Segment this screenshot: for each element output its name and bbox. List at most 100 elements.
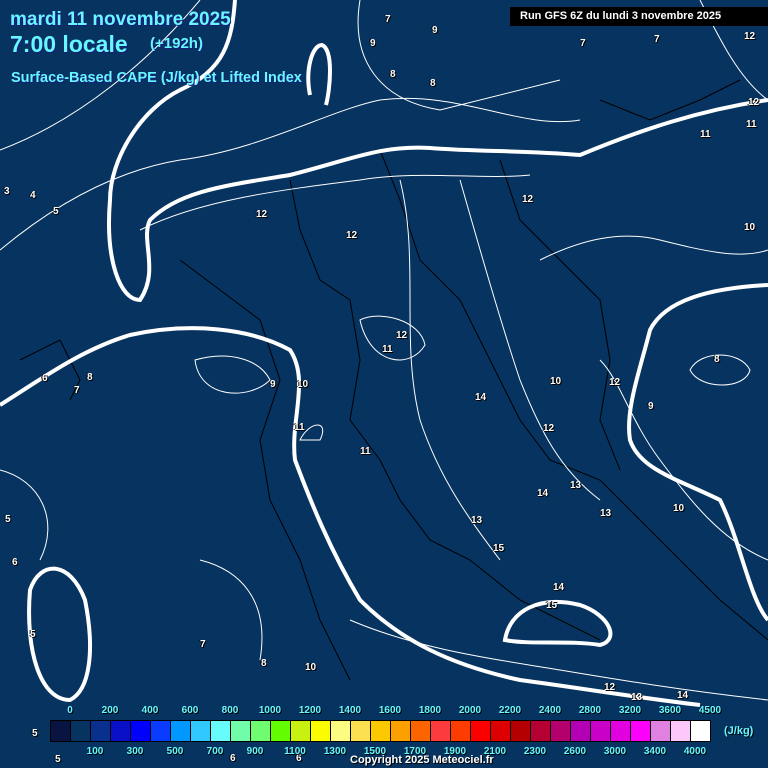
- contour-label: 12: [346, 230, 358, 241]
- legend-swatch: [91, 721, 111, 741]
- legend-swatch: [131, 721, 151, 741]
- legend-swatch: [411, 721, 431, 741]
- legend-unit: (J/kg): [724, 725, 754, 737]
- contour-label: 14: [677, 690, 689, 701]
- legend-tick-bottom: 2300: [523, 746, 547, 757]
- legend-tick-top: 400: [141, 705, 159, 716]
- legend-swatch: [151, 721, 171, 741]
- forecast-lead: (+192h): [150, 35, 203, 52]
- contour-label: 10: [550, 376, 562, 387]
- legend-tick-top: 1400: [338, 705, 362, 716]
- contour-label: 15: [493, 543, 505, 554]
- legend-swatch: [111, 721, 131, 741]
- contour-label: 9: [370, 38, 376, 49]
- legend-swatch: [471, 721, 491, 741]
- contour-label: 12: [609, 377, 621, 388]
- contour-label: 10: [673, 503, 685, 514]
- parameter-title: Surface-Based CAPE (J/kg) et Lifted Inde…: [11, 70, 302, 86]
- legend-swatch: [211, 721, 231, 741]
- legend-tick-top: 1200: [298, 705, 322, 716]
- contour-label: 12: [522, 194, 534, 205]
- legend-tick-top: 2400: [538, 705, 562, 716]
- contour-label: 12: [396, 330, 408, 341]
- legend-tick-top: 1800: [418, 705, 442, 716]
- legend-tick-top: 2000: [458, 705, 482, 716]
- contour-label: 6: [230, 753, 236, 764]
- contour-label: 9: [648, 401, 654, 412]
- legend-swatch: [451, 721, 471, 741]
- legend-swatch: [71, 721, 91, 741]
- legend-tick-top: 3600: [658, 705, 682, 716]
- contour-label: 15: [546, 600, 558, 611]
- legend-swatch: [671, 721, 691, 741]
- contour-label: 11: [294, 422, 305, 433]
- legend-swatch: [51, 721, 71, 741]
- contour-label: 10: [297, 379, 309, 390]
- contour-label: 13: [631, 692, 643, 703]
- contour-label: 4: [30, 190, 36, 201]
- legend-tick-top: 1000: [258, 705, 282, 716]
- legend-swatch: [511, 721, 531, 741]
- contour-label: 3: [4, 186, 10, 197]
- contour-label: 14: [537, 488, 549, 499]
- contour-label: 5: [30, 629, 36, 640]
- legend-tick-bottom: 900: [246, 746, 264, 757]
- legend-swatch: [631, 721, 651, 741]
- legend-swatch: [491, 721, 511, 741]
- contour-label: 9: [432, 25, 438, 36]
- legend-swatch: [551, 721, 571, 741]
- legend-tick-bottom: 700: [206, 746, 224, 757]
- contour-label: 8: [714, 354, 720, 365]
- contour-label: 14: [553, 582, 565, 593]
- legend-tick-bottom: 500: [166, 746, 184, 757]
- legend-swatch: [231, 721, 251, 741]
- contour-label: 11: [360, 446, 371, 457]
- contour-label: 8: [87, 372, 93, 383]
- contour-label: 8: [430, 78, 436, 89]
- legend-tick-top: 600: [181, 705, 199, 716]
- contour-label: 6: [12, 557, 18, 568]
- legend-swatch: [171, 721, 191, 741]
- borders: [19, 79, 768, 681]
- legend-swatch: [351, 721, 371, 741]
- legend-tick-top: 1600: [378, 705, 402, 716]
- contour-label: 13: [600, 508, 612, 519]
- legend-tick-bottom: 1100: [284, 746, 306, 757]
- contour-label: 14: [475, 392, 487, 403]
- contour-label: 13: [570, 480, 582, 491]
- legend-tick-bottom: 4000: [683, 746, 707, 757]
- legend-tick-bottom: 3400: [643, 746, 667, 757]
- contour-label: 5: [32, 728, 38, 739]
- forecast-map: 7 9 9 8 8 7 7 12 12 11 11 10 3 4 5 12 12…: [0, 0, 768, 768]
- legend-swatch: [591, 721, 611, 741]
- contour-label: 11: [746, 119, 757, 130]
- color-legend: [50, 720, 711, 742]
- contour-label: 7: [654, 34, 660, 45]
- contour-label: 7: [580, 38, 586, 49]
- run-info: Run GFS 6Z du lundi 3 novembre 2025: [510, 7, 768, 26]
- legend-swatch: [371, 721, 391, 741]
- legend-tick-top: 0: [67, 705, 73, 716]
- contour-label: 11: [382, 344, 393, 355]
- legend-swatch: [291, 721, 311, 741]
- legend-swatch: [331, 721, 351, 741]
- contour-label: 8: [390, 69, 396, 80]
- copyright: Copyright 2025 Meteociel.fr: [350, 754, 494, 766]
- legend-tick-bottom: 2600: [563, 746, 587, 757]
- legend-swatch: [251, 721, 271, 741]
- contour-label: 10: [744, 222, 756, 233]
- contour-label: 7: [385, 14, 391, 25]
- contour-label: 8: [261, 658, 267, 669]
- legend-swatch: [191, 721, 211, 741]
- contour-label: 12: [543, 423, 555, 434]
- legend-swatch: [431, 721, 451, 741]
- legend-swatch: [311, 721, 331, 741]
- legend-swatch: [271, 721, 291, 741]
- legend-tick-top: 800: [221, 705, 239, 716]
- legend-swatch: [531, 721, 551, 741]
- legend-tick-top: 200: [101, 705, 119, 716]
- legend-swatch: [571, 721, 591, 741]
- legend-tick-top: 2800: [578, 705, 602, 716]
- contour-label: 6: [42, 373, 48, 384]
- contour-label: 5: [53, 206, 59, 217]
